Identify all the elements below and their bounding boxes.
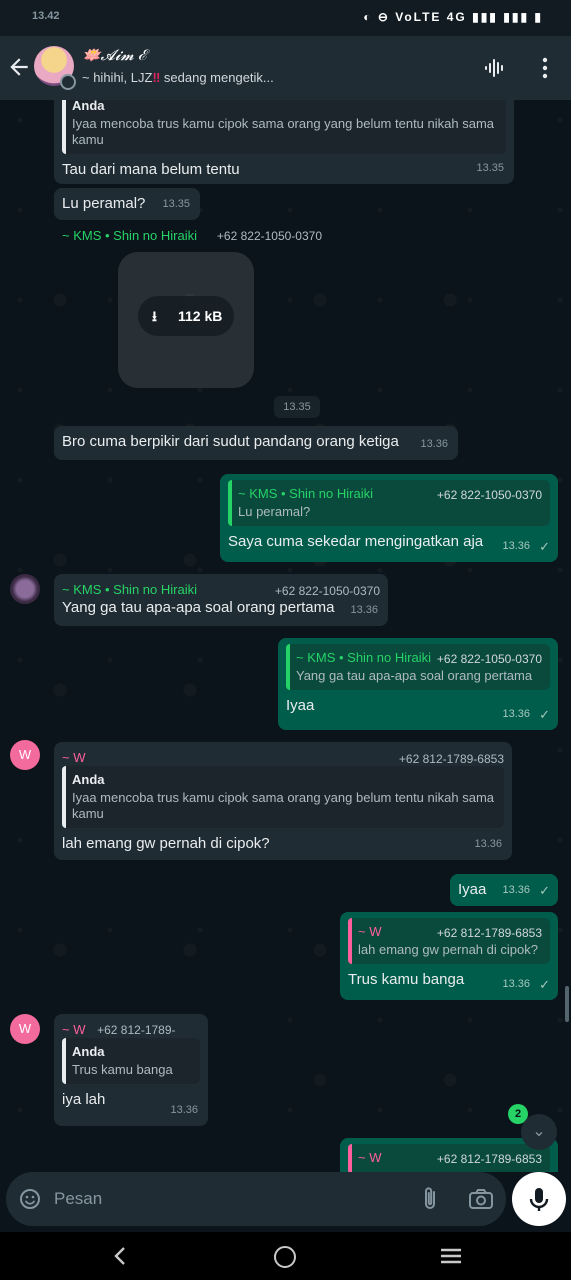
message-list[interactable]: Anda Iyaa mencoba trus kamu cipok sama o… bbox=[0, 100, 571, 1172]
microphone-icon bbox=[529, 1188, 549, 1211]
sent-tick-icon: ✓ bbox=[539, 707, 550, 722]
status-icons: ◐ ⊖ VoLTE 4G ▮▮▮ ▮▮▮ ▮ bbox=[363, 10, 543, 24]
message-time: 13.36 bbox=[350, 604, 378, 616]
sender-avatar[interactable] bbox=[10, 574, 40, 604]
quote-author: Anda bbox=[72, 100, 105, 113]
sender-name[interactable]: ~ W +62 812-1789-6853 bbox=[62, 748, 504, 766]
sender-label: ~ W bbox=[62, 1022, 86, 1037]
reply-quote[interactable]: ~ W +62 812-1789-6853 bbox=[348, 1144, 550, 1172]
typing-status-suffix: sedang mengetik... bbox=[160, 70, 274, 85]
message-input[interactable] bbox=[54, 1186, 394, 1212]
reply-quote[interactable]: ~ W +62 812-1789-6853 lah emang gw perna… bbox=[348, 918, 550, 964]
message-time: 13.36 bbox=[502, 708, 530, 720]
chat-title[interactable]: 🪷𝓐𝓲𝓶 ℰ bbox=[82, 46, 147, 64]
message-time: 13.36 bbox=[502, 884, 530, 896]
camera-icon[interactable] bbox=[468, 1187, 494, 1211]
quote-phone: +62 822-1050-0370 bbox=[436, 488, 542, 502]
quote-text: Yang ga tau apa-apa soal orang pertama bbox=[296, 668, 533, 683]
quote-text: lah emang gw pernah di cipok? bbox=[358, 942, 538, 957]
message-time: 13.36 bbox=[170, 1104, 198, 1116]
sender-label: ~ KMS • Shin no Hiraiki bbox=[62, 582, 197, 597]
status-bar: 13.42 ◐ ⊖ VoLTE 4G ▮▮▮ ▮▮▮ ▮ bbox=[0, 0, 571, 36]
media-thumbnail[interactable]: ⭳ 112 kB bbox=[118, 252, 254, 388]
quote-text: Lu peramal? bbox=[238, 504, 311, 519]
quote-phone: +62 812-1789-6853 bbox=[436, 926, 542, 940]
sender-label: ~ W bbox=[62, 750, 86, 765]
message-text: Yang ga tau apa-apa soal orang pertama bbox=[62, 599, 335, 616]
disappearing-timer-icon bbox=[60, 74, 76, 90]
typing-status: ~ hihihi, LJZ‼ sedang mengetik... bbox=[82, 70, 274, 85]
voice-chat-icon[interactable] bbox=[483, 56, 507, 80]
quote-author: Anda bbox=[72, 1044, 105, 1059]
more-options-icon[interactable] bbox=[539, 56, 551, 80]
message-time: 13.35 bbox=[476, 162, 504, 174]
message-bubble[interactable]: ~ KMS • Shin no Hiraiki +62 822-1050-037… bbox=[220, 474, 558, 562]
message-time: 13.36 bbox=[502, 978, 530, 990]
scrollbar[interactable] bbox=[565, 986, 569, 1022]
message-bubble[interactable]: ~ KMS • Shin no Hiraiki +62 822-1050-037… bbox=[278, 638, 558, 730]
quote-author: Anda bbox=[72, 772, 105, 787]
media-time: 13.35 bbox=[274, 396, 320, 418]
sent-tick-icon: ✓ bbox=[539, 883, 550, 898]
download-icon: ⭳ bbox=[152, 308, 157, 324]
quote-text: Iyaa mencoba trus kamu cipok sama orang … bbox=[72, 790, 495, 821]
sent-tick-icon: ✓ bbox=[539, 977, 550, 992]
scroll-down-button[interactable]: ⌄ bbox=[521, 1114, 557, 1150]
system-nav-bar bbox=[0, 1232, 571, 1280]
sticker-icon[interactable] bbox=[18, 1187, 42, 1211]
sender-avatar[interactable]: W bbox=[10, 1014, 40, 1044]
nav-back-icon[interactable] bbox=[110, 1244, 130, 1268]
microphone-button[interactable] bbox=[512, 1172, 566, 1226]
sent-tick-icon: ✓ bbox=[539, 539, 550, 554]
nav-home-icon[interactable] bbox=[274, 1246, 296, 1268]
sender-label: ~ KMS • Shin no Hiraiki bbox=[62, 228, 197, 243]
message-bubble[interactable]: Lu peramal? 13.35 bbox=[54, 188, 200, 220]
message-time: 13.36 bbox=[474, 838, 502, 850]
quote-phone: +62 812-1789-6853 bbox=[436, 1152, 542, 1166]
reply-quote[interactable]: ~ KMS • Shin no Hiraiki +62 822-1050-037… bbox=[228, 480, 550, 526]
message-time: 13.36 bbox=[502, 540, 530, 552]
sender-name[interactable]: ~ KMS • Shin no Hiraiki +62 822-1050-037… bbox=[62, 580, 380, 598]
message-bubble[interactable]: ~ W +62 812-1789-6853 Anda Iyaa mencoba … bbox=[54, 742, 512, 860]
message-text: Bro cuma berpikir dari sudut pandang ora… bbox=[62, 433, 399, 450]
file-size: 112 kB bbox=[178, 308, 223, 324]
download-button[interactable]: ⭳ 112 kB bbox=[138, 296, 234, 336]
reply-quote[interactable]: Anda Trus kamu banga bbox=[62, 1038, 200, 1084]
back-arrow-icon[interactable] bbox=[6, 54, 32, 80]
sender-phone: +62 822-1050-0370 bbox=[274, 584, 380, 598]
sender-name[interactable]: ~ W +62 812-1789-6853 bbox=[62, 1020, 200, 1057]
sender-name[interactable]: ~ KMS • Shin no Hiraiki +62 822-1050-037… bbox=[62, 228, 322, 246]
reply-quote[interactable]: ~ KMS • Shin no Hiraiki +62 822-1050-037… bbox=[286, 644, 550, 690]
message-bubble[interactable]: Iyaa 13.36 ✓ bbox=[450, 874, 558, 906]
reply-quote[interactable]: Anda Iyaa mencoba trus kamu cipok sama o… bbox=[62, 766, 504, 828]
sender-phone: +62 822-1050-0370 bbox=[216, 229, 322, 243]
paperclip-icon[interactable] bbox=[418, 1186, 442, 1212]
chat-header: 🪷𝓐𝓲𝓶 ℰ ~ hihihi, LJZ‼ sedang mengetik... bbox=[0, 36, 571, 100]
quote-text: Trus kamu banga bbox=[72, 1062, 173, 1077]
chevron-down-icon: ⌄ bbox=[532, 1123, 546, 1140]
message-time: 13.35 bbox=[162, 198, 190, 210]
message-bubble[interactable]: ~ W +62 812-1789-6853 Anda Trus kamu ban… bbox=[54, 1014, 208, 1126]
message-text: lah emang gw pernah di cipok? bbox=[62, 835, 270, 852]
message-bubble[interactable]: Bro cuma berpikir dari sudut pandang ora… bbox=[54, 426, 458, 460]
quote-phone: +62 822-1050-0370 bbox=[436, 652, 542, 666]
message-time: 13.36 bbox=[420, 438, 448, 450]
quote-text: Iyaa mencoba trus kamu cipok sama orang … bbox=[72, 116, 495, 147]
typing-status-prefix: ~ hihihi, LJZ bbox=[82, 70, 153, 85]
message-text: Tau dari mana belum tentu bbox=[62, 161, 240, 178]
message-bubble[interactable]: Anda Iyaa mencoba trus kamu cipok sama o… bbox=[54, 100, 514, 184]
sender-avatar[interactable]: W bbox=[10, 740, 40, 770]
message-bubble[interactable]: ~ W +62 812-1789-6853 lah emang gw perna… bbox=[340, 912, 558, 1000]
nav-recents-icon[interactable] bbox=[440, 1246, 462, 1266]
message-bubble[interactable]: ~ KMS • Shin no Hiraiki +62 822-1050-037… bbox=[54, 574, 388, 626]
message-composer bbox=[6, 1172, 506, 1226]
reply-quote[interactable]: Anda Iyaa mencoba trus kamu cipok sama o… bbox=[62, 100, 506, 154]
